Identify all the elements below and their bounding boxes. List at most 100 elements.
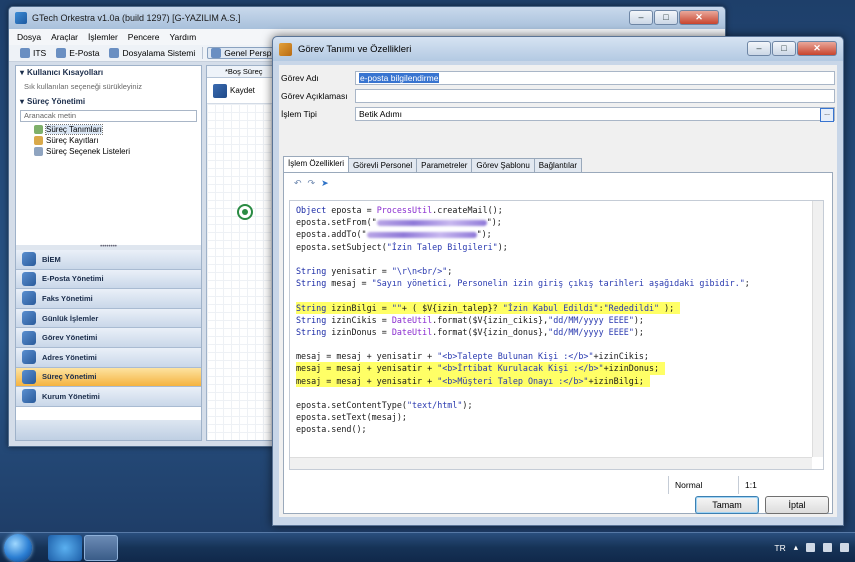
code-toolbar: ↶ ↷ ➤ (284, 173, 832, 193)
process-records-icon (34, 136, 43, 145)
toolbar-dosyalama[interactable]: Dosyalama Sistemi (106, 48, 198, 58)
toolbar-its-label: ITS (33, 48, 47, 58)
module-kurum[interactable]: Kurum Yönetimi (16, 387, 201, 407)
task-name-value: e-posta bilgilendirme (359, 73, 440, 83)
browse-button[interactable]: ... (820, 108, 834, 122)
dialog-close-button[interactable]: ✕ (797, 41, 837, 56)
module-gunluk[interactable]: Günlük İşlemler (16, 308, 201, 329)
app-taskbar-icon[interactable] (84, 535, 118, 561)
network-icon[interactable] (823, 543, 832, 552)
volume-icon[interactable] (840, 543, 849, 552)
fax-icon (22, 291, 36, 306)
language-indicator[interactable]: TR (774, 543, 785, 553)
module-biem[interactable]: BİEM (16, 250, 201, 270)
menu-islemler[interactable]: İşlemler (88, 32, 118, 42)
save-button[interactable]: Kaydet (230, 86, 255, 95)
status-position: 1:1 (738, 476, 763, 494)
nav-search-input[interactable]: Aranacak metin (20, 110, 197, 122)
run-script-icon[interactable]: ➤ (321, 178, 329, 189)
task-desc-input[interactable] (355, 89, 835, 103)
tree-item-surec-secenek[interactable]: Süreç Seçenek Listeleri (16, 146, 201, 157)
task-desc-row: Görev Açıklaması (281, 89, 835, 103)
its-icon (20, 48, 30, 58)
dialog-icon (279, 42, 292, 56)
organization-icon (22, 389, 36, 404)
op-type-label: İşlem Tipi (281, 109, 317, 119)
tab-parametreler[interactable]: Parametreler (416, 158, 473, 172)
main-title-bar[interactable]: GTech Orkestra v1.0a (build 1297) [G-YAZ… (9, 7, 725, 29)
horizontal-scrollbar[interactable] (290, 457, 812, 469)
folder-icon (109, 48, 120, 58)
start-node[interactable] (237, 204, 253, 220)
cancel-button[interactable]: İptal (765, 496, 829, 514)
dialog-maximize-button[interactable]: □ (772, 41, 796, 56)
tab-panel: ↶ ↷ ➤ Object eposta = ProcessUtil.create… (283, 172, 833, 514)
flag-icon[interactable] (806, 543, 815, 552)
status-spacer (289, 476, 668, 494)
menu-dosya[interactable]: Dosya (17, 32, 41, 42)
code-line: eposta.setText(mesaj); (296, 412, 407, 423)
menu-yardim[interactable]: Yardım (169, 32, 196, 42)
undo-icon[interactable]: ↶ (294, 178, 302, 189)
op-type-value: Betik Adımı (359, 109, 402, 119)
module-label: BİEM (42, 254, 61, 264)
close-button[interactable]: ✕ (679, 10, 719, 25)
minimize-button[interactable]: – (629, 10, 653, 25)
module-label: E-Posta Yönetimi (42, 274, 104, 284)
module-gorev[interactable]: Görev Yönetimi (16, 328, 201, 348)
module-eposta[interactable]: E-Posta Yönetimi (16, 269, 201, 290)
tab-gorev-sablonu[interactable]: Görev Şablonu (471, 158, 535, 172)
script-editor[interactable]: Object eposta = ProcessUtil.createMail()… (289, 200, 824, 470)
code-line: eposta.send(); (296, 424, 367, 435)
module-surec[interactable]: Süreç Yönetimi (16, 367, 201, 388)
task-desc-label: Görev Açıklaması (281, 91, 348, 101)
menu-pencere[interactable]: Pencere (128, 32, 160, 42)
module-label: Kurum Yönetimi (42, 391, 100, 401)
browser-taskbar-icon[interactable] (48, 535, 82, 561)
dialog-tabs: İşlem Özellikleri Görevli Personel Param… (283, 156, 583, 172)
task-name-input[interactable]: e-posta bilgilendirme (355, 71, 835, 85)
tab-islem-ozellikleri[interactable]: İşlem Özellikleri (283, 156, 350, 172)
toolbar-dosyalama-label: Dosyalama Sistemi (122, 48, 196, 58)
code-line: String yenisatir = "\r\n<br/>"; (296, 265, 453, 276)
module-adres[interactable]: Adres Yönetimi (16, 347, 201, 368)
redacted-address (366, 231, 477, 238)
tab-gorevli-personel[interactable]: Görevli Personel (348, 158, 418, 172)
process-header[interactable]: ▾ Süreç Yönetimi (16, 95, 201, 108)
code-line: String mesaj = "Sayın yönetici, Personel… (296, 278, 750, 289)
redo-icon[interactable]: ↷ (308, 178, 316, 189)
tree-item-label: Süreç Kayıtları (46, 136, 99, 145)
op-type-input[interactable]: Betik Adımı ... (355, 107, 835, 122)
tree-item-surec-kayitlari[interactable]: Süreç Kayıtları (16, 135, 201, 146)
vertical-scrollbar[interactable] (812, 201, 823, 457)
maximize-button[interactable]: □ (654, 10, 678, 25)
module-label: Görev Yönetimi (42, 333, 98, 343)
main-window-title: GTech Orkestra v1.0a (build 1297) [G-YAZ… (32, 13, 241, 23)
toolbar-its[interactable]: ITS (17, 48, 49, 58)
save-icon[interactable] (213, 83, 227, 98)
tree-item-surec-tanimlari[interactable]: Süreç Tanımları (16, 124, 201, 135)
code-line: Object eposta = ProcessUtil.createMail()… (296, 205, 503, 215)
toolbar-eposta-label: E-Posta (69, 48, 100, 58)
start-button[interactable] (4, 534, 32, 562)
shortcuts-header[interactable]: ▾ Kullanıcı Kısayolları (16, 66, 201, 79)
op-type-row: İşlem Tipi Betik Adımı ... (281, 107, 835, 122)
module-faks[interactable]: Faks Yönetimi (16, 289, 201, 309)
ok-button[interactable]: Tamam (695, 496, 759, 514)
dialog-title: Görev Tanımı ve Özellikleri (298, 43, 412, 55)
tab-baglantilar[interactable]: Bağlantılar (533, 158, 583, 172)
code-line: String izinDonus = DateUtil.format($V{iz… (296, 326, 644, 337)
menu-araclar[interactable]: Araçlar (51, 32, 78, 42)
navigator-panel: ▾ Kullanıcı Kısayolları Sık kullanılan s… (15, 65, 202, 441)
tray-arrow-icon[interactable]: ▴ (794, 542, 798, 553)
tree-item-label: Süreç Seçenek Listeleri (46, 147, 131, 156)
list-icon (34, 147, 43, 156)
task-icon (22, 330, 36, 345)
dialog-minimize-button[interactable]: – (747, 41, 771, 56)
mail-icon (56, 48, 67, 58)
process-header-label: Süreç Yönetimi (27, 97, 86, 106)
toolbar-eposta[interactable]: E-Posta (53, 48, 102, 58)
calendar-icon (22, 311, 36, 326)
